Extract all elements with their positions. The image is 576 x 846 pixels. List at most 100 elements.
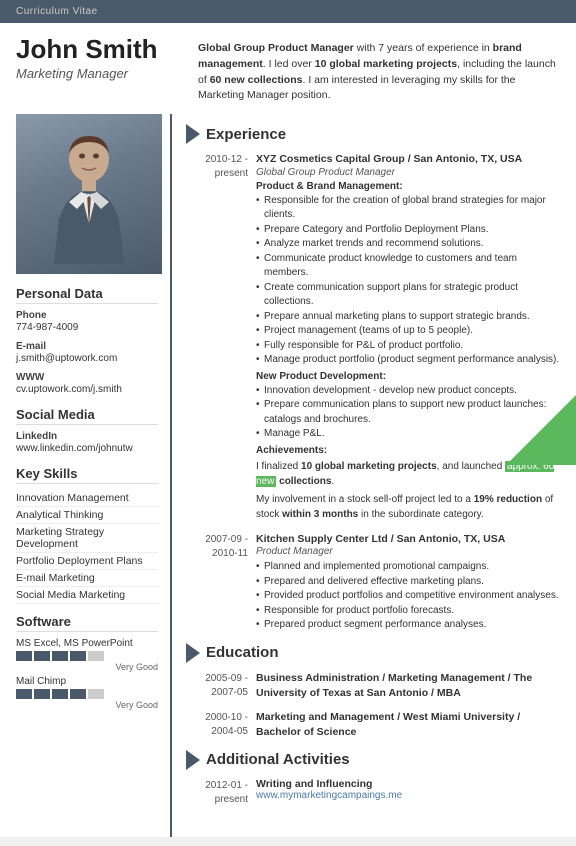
- education-entry-1: 2005-09 - 2007-05 Business Administratio…: [186, 671, 562, 700]
- list-item: Portfolio Deployment Plans: [16, 553, 158, 570]
- date-end: 2004-05: [211, 726, 248, 737]
- list-item: Prepare Category and Portfolio Deploymen…: [256, 223, 562, 238]
- entry-role-1: Global Group Product Manager: [256, 167, 562, 178]
- social-media-title: Social Media: [16, 407, 158, 425]
- date-end: present: [215, 794, 248, 805]
- header-bar: Curriculum Vitae: [0, 0, 576, 23]
- name-col: John Smith Marketing Manager: [16, 35, 186, 81]
- entry-date-2: 2007-09 - 2010-11: [186, 532, 248, 633]
- additional-item-link: www.mymarketingcampaings.me: [256, 790, 562, 801]
- www-label: WWW: [16, 372, 158, 383]
- list-item: Fully responsible for P&L of product por…: [256, 339, 562, 354]
- experience-header: Experience: [186, 124, 562, 144]
- phone-label: Phone: [16, 310, 158, 321]
- summary-col: Global Group Product Manager with 7 year…: [198, 35, 560, 104]
- date-start: 2007-09 -: [205, 534, 248, 545]
- edu-content-1: Business Administration / Marketing Mana…: [256, 671, 562, 700]
- skill-bar: [70, 689, 86, 699]
- add-date-1: 2012-01 - present: [186, 778, 248, 807]
- www-value: cv.uptowork.com/j.smith: [16, 383, 158, 397]
- list-item: Analytical Thinking: [16, 507, 158, 524]
- edu-degree-1: Business Administration / Marketing Mana…: [256, 671, 562, 700]
- main-body: Personal Data Phone 774-987-4009 E-mail …: [0, 114, 576, 837]
- email-value: j.smith@uptowork.com: [16, 352, 158, 366]
- experience-title: Experience: [206, 126, 286, 143]
- linkedin-label: LinkedIn: [16, 431, 158, 442]
- sidebar: Personal Data Phone 774-987-4009 E-mail …: [0, 114, 170, 837]
- name-title: John Smith Marketing Manager: [16, 35, 186, 81]
- entry-date-1: 2010-12 - present: [186, 152, 248, 522]
- skill-bar: [16, 651, 32, 661]
- list-item: Manage product portfolio (product segmen…: [256, 353, 562, 368]
- skill-bar: [88, 651, 104, 661]
- skill-ms-office: MS Excel, MS PowerPoint Very Good: [16, 638, 158, 672]
- skill-bar: [70, 651, 86, 661]
- summary-text: Global Group Product Manager with 7 year…: [198, 41, 560, 104]
- key-skills-title: Key Skills: [16, 466, 158, 484]
- list-item: Provided product portfolios and competit…: [256, 589, 562, 604]
- education-title: Education: [206, 644, 279, 661]
- skill-ms-level: Very Good: [16, 662, 158, 672]
- skill-bar: [16, 689, 32, 699]
- additional-header: Additional Activities: [186, 750, 562, 770]
- education-entry-2: 2000-10 - 2004-05 Marketing and Manageme…: [186, 710, 562, 739]
- education-arrow: [186, 643, 200, 663]
- skill-mc-level: Very Good: [16, 700, 158, 710]
- list-item: Innovation development - develop new pro…: [256, 384, 562, 399]
- list-item: Manage P&L.: [256, 427, 562, 442]
- date-start: 2005-09 -: [205, 673, 248, 684]
- entry-company-1: XYZ Cosmetics Capital Group / San Antoni…: [256, 152, 562, 167]
- experience-arrow: [186, 124, 200, 144]
- phone-value: 774-987-4009: [16, 321, 158, 335]
- additional-arrow: [186, 750, 200, 770]
- linkedin-value: www.linkedin.com/johnutw: [16, 442, 158, 456]
- bullet-list-pb: Responsible for the creation of global b…: [256, 194, 562, 368]
- edu-degree-2: Marketing and Management / West Miami Un…: [256, 710, 562, 739]
- list-item: E-mail Marketing: [16, 570, 158, 587]
- skills-list: Innovation Management Analytical Thinkin…: [16, 490, 158, 604]
- list-item: Marketing Strategy Development: [16, 524, 158, 553]
- list-item: Prepare annual marketing plans to suppor…: [256, 310, 562, 325]
- bullet-list-ks: Planned and implemented promotional camp…: [256, 560, 562, 633]
- date-start: 2000-10 -: [205, 712, 248, 723]
- list-item: Prepared and delivered effective marketi…: [256, 575, 562, 590]
- list-item: Responsible for product portfolio foreca…: [256, 604, 562, 619]
- skill-bar: [52, 689, 68, 699]
- list-item: Social Media Marketing: [16, 587, 158, 604]
- edu-date-2: 2000-10 - 2004-05: [186, 710, 248, 739]
- list-item: Prepared product segment performance ana…: [256, 618, 562, 633]
- list-item: Communicate product knowledge to custome…: [256, 252, 562, 281]
- email-label: E-mail: [16, 341, 158, 352]
- additional-item-title: Writing and Influencing: [256, 778, 562, 790]
- entry-role-2: Product Manager: [256, 546, 562, 557]
- software-title: Software: [16, 614, 158, 632]
- photo-box: [16, 114, 162, 274]
- entry-subtitle-pb: Product & Brand Management:: [256, 181, 562, 192]
- list-item: Planned and implemented promotional camp…: [256, 560, 562, 575]
- personal-data-title: Personal Data: [16, 286, 158, 304]
- list-item: Responsible for the creation of global b…: [256, 194, 562, 223]
- skill-bar: [34, 651, 50, 661]
- add-content-1: Writing and Influencing www.mymarketingc…: [256, 778, 562, 807]
- skill-mailchimp: Mail Chimp Very Good: [16, 676, 158, 710]
- bullet-list-npd: Innovation development - develop new pro…: [256, 384, 562, 442]
- top-section: John Smith Marketing Manager Global Grou…: [0, 23, 576, 114]
- cv-label: Curriculum Vitae: [16, 6, 98, 17]
- list-item: Create communication support plans for s…: [256, 281, 562, 310]
- skill-ms-name: MS Excel, MS PowerPoint: [16, 638, 158, 649]
- entry-content-2: Kitchen Supply Center Ltd / San Antonio,…: [256, 532, 562, 633]
- list-item: Analyze market trends and recommend solu…: [256, 237, 562, 252]
- skill-mc-name: Mail Chimp: [16, 676, 158, 687]
- person-title: Marketing Manager: [16, 66, 186, 81]
- date-end: 2010-11: [212, 548, 248, 559]
- resume-page: Curriculum Vitae John Smith Marketing Ma…: [0, 0, 576, 837]
- achievement-2: My involvement in a stock sell-off proje…: [256, 492, 562, 522]
- experience-entry-2: 2007-09 - 2010-11 Kitchen Supply Center …: [186, 532, 562, 633]
- skill-bar: [88, 689, 104, 699]
- list-item: Prepare communication plans to support n…: [256, 398, 562, 427]
- achievements-label: Achievements:: [256, 445, 562, 456]
- date-end: 2007-05: [211, 687, 248, 698]
- content-area: Experience 2010-12 - present XYZ Cosmeti…: [170, 114, 576, 837]
- entry-subtitle-npd: New Product Development:: [256, 371, 562, 382]
- photo-placeholder: [16, 114, 162, 274]
